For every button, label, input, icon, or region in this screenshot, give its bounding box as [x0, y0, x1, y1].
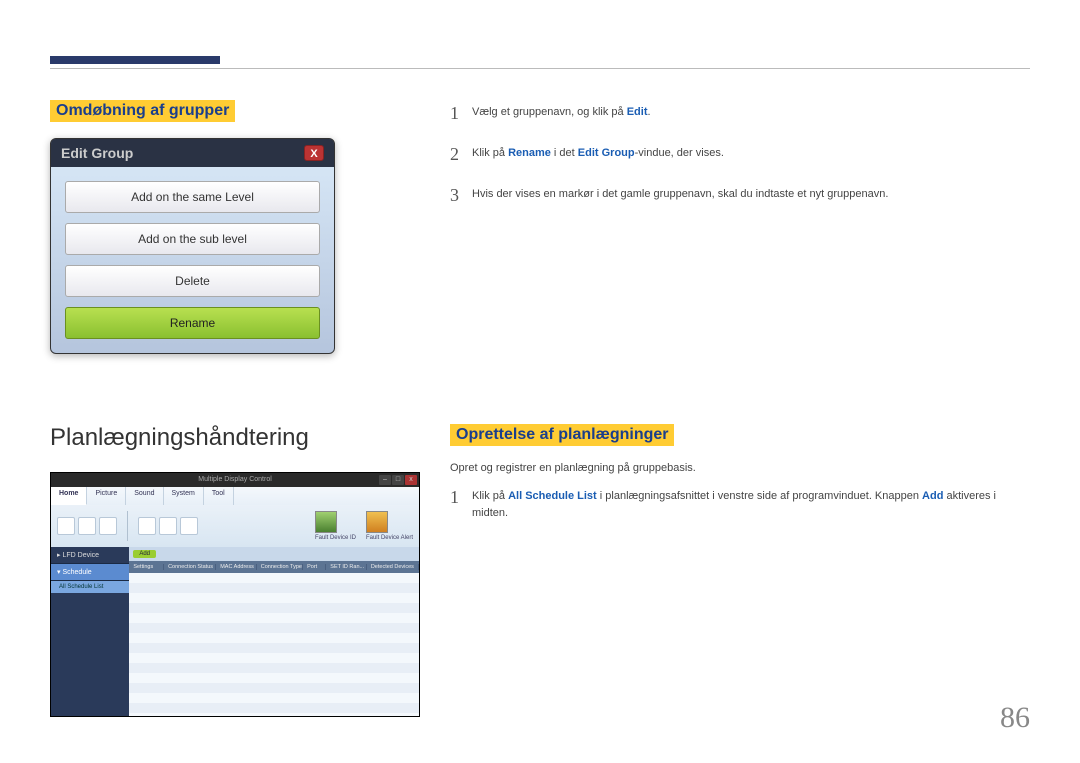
tab-system[interactable]: System — [164, 487, 204, 505]
section2-sub-heading: Oprettelse af planlægninger — [450, 424, 674, 446]
step-1: 1 Vælg et gruppenavn, og klik på Edit. — [450, 100, 1030, 127]
mdc-title: Multiple Display Control — [198, 476, 272, 483]
ribbon-button[interactable] — [78, 517, 96, 535]
tab-picture[interactable]: Picture — [87, 487, 126, 505]
ribbon-button[interactable] — [138, 517, 156, 535]
edit-group-title-text: Edit Group — [61, 145, 133, 161]
section2-steps: 1 Klik på All Schedule List i planlægnin… — [450, 484, 1030, 521]
ribbon-button[interactable] — [180, 517, 198, 535]
ribbon-label: Fault Device Alert — [366, 535, 413, 541]
step-number: 1 — [450, 100, 472, 127]
ribbon-button[interactable] — [57, 517, 75, 535]
fault-device-id-icon[interactable] — [315, 511, 337, 533]
col-connection-status[interactable]: Connection Status — [164, 564, 216, 570]
ribbon-button[interactable] — [159, 517, 177, 535]
section2-intro: Opret og registrer en planlægning på gru… — [450, 462, 1030, 474]
col-mac[interactable]: MAC Address — [216, 564, 257, 570]
maximize-icon[interactable]: □ — [392, 475, 404, 485]
sidebar-item-schedule[interactable]: ▾ Schedule — [51, 564, 129, 581]
col-port[interactable]: Port — [303, 564, 326, 570]
step-2: 2 Klik på Rename i det Edit Group-vindue… — [450, 141, 1030, 168]
col-settings[interactable]: Settings — [129, 564, 164, 570]
mdc-screenshot: Multiple Display Control – □ x Home Pict… — [50, 472, 420, 717]
page-number: 86 — [1000, 701, 1030, 735]
sidebar-sub-all-schedule[interactable]: All Schedule List — [51, 581, 129, 593]
mdc-table-header: Settings Connection Status MAC Address C… — [129, 561, 419, 573]
mdc-table-body — [129, 573, 419, 716]
fault-device-alert-icon[interactable] — [366, 511, 388, 533]
close-icon[interactable]: x — [405, 475, 417, 485]
section1-heading: Omdøbning af grupper — [50, 100, 235, 122]
rename-button[interactable]: Rename — [65, 307, 320, 339]
header-rule — [50, 68, 1030, 69]
close-icon[interactable]: X — [304, 145, 324, 161]
step-number: 2 — [450, 141, 472, 168]
section1-steps: 1 Vælg et gruppenavn, og klik på Edit. 2… — [450, 100, 1030, 209]
mdc-sidebar: ▸ LFD Device ▾ Schedule All Schedule Lis… — [51, 547, 129, 716]
step-number: 3 — [450, 182, 472, 209]
tab-sound[interactable]: Sound — [126, 487, 163, 505]
tab-tool[interactable]: Tool — [204, 487, 234, 505]
ribbon-button[interactable] — [99, 517, 117, 535]
step-number: 1 — [450, 484, 472, 511]
step-1: 1 Klik på All Schedule List i planlægnin… — [450, 484, 1030, 521]
ribbon-label: Fault Device ID — [315, 535, 356, 541]
section2-heading: Planlægningshåndtering — [50, 424, 420, 452]
sidebar-item-lfd[interactable]: ▸ LFD Device — [51, 547, 129, 564]
edit-group-dialog: Edit Group X Add on the same Level Add o… — [50, 138, 335, 354]
tab-home[interactable]: Home — [51, 487, 87, 505]
col-detected[interactable]: Detected Devices — [367, 564, 419, 570]
delete-button[interactable]: Delete — [65, 265, 320, 297]
step-3: 3 Hvis der vises en markør i det gamle g… — [450, 182, 1030, 209]
add-button[interactable]: Add — [133, 550, 156, 558]
header-accent-bar — [50, 56, 220, 64]
col-conn-type[interactable]: Connection Type — [257, 564, 303, 570]
add-sub-level-button[interactable]: Add on the sub level — [65, 223, 320, 255]
add-same-level-button[interactable]: Add on the same Level — [65, 181, 320, 213]
minimize-icon[interactable]: – — [379, 475, 391, 485]
col-setid[interactable]: SET ID Ran... — [326, 564, 367, 570]
